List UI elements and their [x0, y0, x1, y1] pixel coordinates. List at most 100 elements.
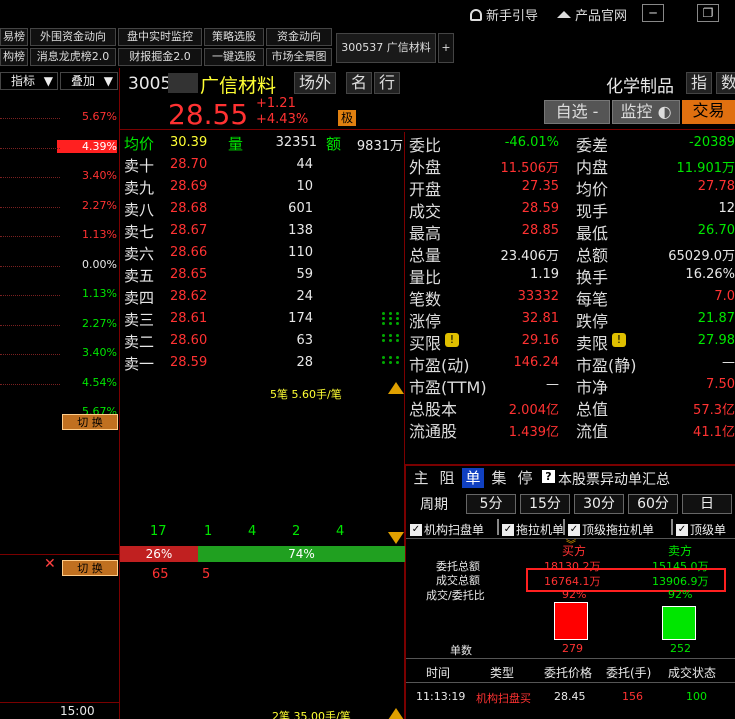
- cell-qty: 156: [622, 690, 643, 703]
- period-button[interactable]: 5分: [466, 494, 516, 514]
- nav-item[interactable]: 易榜: [0, 28, 28, 46]
- maximize-button[interactable]: ❐: [697, 4, 719, 22]
- stat-label: 量比: [409, 268, 442, 287]
- count-label: 单数: [450, 644, 472, 657]
- tag-otc[interactable]: 场外: [294, 72, 337, 94]
- chevron-down-icon: ▼: [103, 74, 113, 88]
- tab-1[interactable]: 阻: [436, 468, 458, 488]
- signal-dot: [382, 334, 385, 337]
- tab-2[interactable]: 单: [462, 468, 484, 488]
- summary-row: 均价 30.39 量 32351 额 9831万: [120, 132, 405, 154]
- stock-header: 3005 广信材料 场外 名 行 化学制品 指 数 28.55 +1.21 +4…: [120, 68, 735, 131]
- period-button[interactable]: 30分: [574, 494, 624, 514]
- minimize-button[interactable]: ─: [642, 4, 664, 22]
- stat-label: 最低: [576, 224, 609, 243]
- stat-row: 委比 -46.01% 委差 -20389: [405, 132, 735, 155]
- sell-level-price: 28.68: [170, 201, 208, 216]
- tag-name[interactable]: 名: [346, 72, 373, 94]
- signal-dots: [382, 356, 402, 370]
- nav-item[interactable]: 一键选股: [204, 48, 264, 66]
- sell-side-label: 卖方: [668, 544, 693, 558]
- table-header-cell: 时间: [426, 666, 451, 680]
- filter-checkbox[interactable]: ✓ 机构扫盘单: [410, 521, 484, 538]
- table-row[interactable]: 11:13:19 机构扫盘买 28.45 156 100: [406, 690, 735, 708]
- signal-dot: [389, 312, 392, 315]
- table-header-cell: 成交状态: [668, 666, 717, 680]
- sell-level-row: 卖二 28.60 63: [120, 330, 405, 352]
- watchlist-button[interactable]: 自选 -: [544, 100, 610, 124]
- signal-dot: [396, 361, 399, 364]
- signal-dots: [382, 312, 402, 326]
- table-header-cell: 委托价格: [544, 666, 593, 680]
- stat-value: 146.24: [513, 355, 560, 370]
- sell-count: 252: [670, 642, 691, 655]
- signal-dot: [382, 361, 385, 364]
- nav-item[interactable]: 盘中实时监控: [118, 28, 202, 46]
- nav-item[interactable]: 消息龙虎榜2.0: [30, 48, 116, 66]
- overlay-dropdown[interactable]: 叠加 ▼: [60, 72, 118, 90]
- divider: [406, 682, 735, 683]
- nav-item[interactable]: 市场全景图: [266, 48, 332, 66]
- nav-item[interactable]: 外围资金动向: [30, 28, 116, 46]
- sell-level-label: 卖八: [124, 201, 155, 219]
- stat-value: 33332: [517, 289, 559, 304]
- tab-4[interactable]: 停: [514, 468, 536, 488]
- official-link[interactable]: 产品官网: [557, 5, 627, 24]
- sell-count-bar: [662, 606, 696, 640]
- stat-row: 总量 23.406万 总额 65029.0万: [405, 242, 735, 265]
- stat-value: 1.439亿: [508, 425, 559, 440]
- stat-label: 市盈(静): [576, 356, 637, 375]
- stat-value: 2.004亿: [508, 403, 559, 418]
- stat-label: 均价: [576, 180, 609, 199]
- grid-line: [0, 147, 60, 149]
- sell-level-label: 卖二: [124, 333, 155, 351]
- stat-label: 总额: [576, 246, 609, 265]
- filter-checkbox[interactable]: ✓ 顶级拖拉机单: [568, 521, 654, 538]
- index-button[interactable]: 指: [686, 72, 713, 94]
- sell-level-label: 卖十: [124, 157, 155, 175]
- avg-value: 30.39: [170, 135, 208, 150]
- close-icon[interactable]: ✕: [44, 556, 56, 572]
- filter-checkbox[interactable]: ✓ 顶级单: [676, 521, 726, 538]
- sector-name[interactable]: 化学制品: [606, 72, 674, 97]
- tab-0[interactable]: 主: [410, 468, 432, 488]
- scroll-down-icon[interactable]: [388, 532, 404, 544]
- stat-value: 28.85: [521, 223, 559, 238]
- help-icon[interactable]: ?: [542, 470, 555, 483]
- signal-dot: [396, 322, 399, 325]
- sell-level-row: 卖六 28.66 110: [120, 242, 405, 264]
- nav-item[interactable]: 策略选股: [204, 28, 264, 46]
- nav-item[interactable]: 财报掘金2.0: [118, 48, 202, 66]
- stat-row: 成交 28.59 现手 12: [405, 198, 735, 221]
- period-button[interactable]: 日: [682, 494, 732, 514]
- switch-button[interactable]: 切 换: [62, 414, 118, 430]
- stat-value: 12: [718, 201, 735, 216]
- scroll-up-icon[interactable]: [388, 382, 404, 394]
- scroll-up-icon[interactable]: [388, 708, 404, 719]
- buy-count-bar: [554, 602, 588, 640]
- stat-row: 开盘 27.35 均价 27.78: [405, 176, 735, 199]
- switch-button[interactable]: 切 换: [62, 560, 118, 576]
- filter-checkbox[interactable]: ✓ 拖拉机单: [502, 521, 564, 538]
- add-tab-button[interactable]: +: [438, 33, 454, 63]
- sell-level-volume: 601: [288, 201, 313, 216]
- guide-link[interactable]: 新手引导: [470, 5, 538, 24]
- tab-3[interactable]: 集: [488, 468, 510, 488]
- indicator-dropdown[interactable]: 指标 ▼: [0, 72, 58, 90]
- ratio-sell: 26%: [120, 546, 198, 562]
- monitor-button[interactable]: 监控 ◐: [612, 100, 680, 124]
- tick-note-top: 5笔 5.60手/笔: [270, 388, 342, 401]
- cell-price: 28.45: [554, 690, 586, 703]
- volume-label: 量: [228, 135, 244, 153]
- stat-label: 总值: [576, 400, 609, 419]
- nav-item[interactable]: 构榜: [0, 48, 28, 66]
- period-button[interactable]: 15分: [520, 494, 570, 514]
- period-button[interactable]: 60分: [628, 494, 678, 514]
- stat-value: 21.87: [697, 311, 735, 326]
- index-button-2[interactable]: 数: [716, 72, 735, 94]
- stock-tab[interactable]: 300537 广信材料: [336, 33, 436, 63]
- nav-item[interactable]: 资金动向: [266, 28, 332, 46]
- tag-industry[interactable]: 行: [374, 72, 401, 94]
- sell-level-row: 卖三 28.61 174: [120, 308, 405, 330]
- trade-button[interactable]: 交易: [682, 100, 735, 124]
